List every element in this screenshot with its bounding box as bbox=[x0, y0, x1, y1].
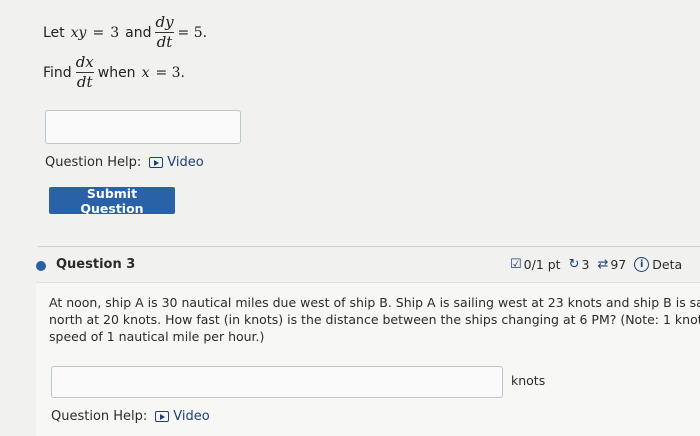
equals-sign: = bbox=[92, 24, 105, 41]
x-variable: x bbox=[141, 64, 150, 81]
video-play-icon bbox=[149, 157, 164, 168]
question-3-text: At noon, ship A is 30 nautical miles due… bbox=[49, 294, 700, 345]
xy-value: 3 bbox=[110, 24, 120, 41]
question-help-label: Question Help: bbox=[51, 409, 148, 424]
fraction-denominator: dt bbox=[76, 73, 93, 91]
lhs-expression: xy bbox=[70, 24, 87, 41]
question-help-q2: Question Help: Video bbox=[45, 155, 204, 170]
fraction-numerator: dx bbox=[75, 53, 94, 71]
answer-input-q3[interactable] bbox=[51, 366, 503, 398]
question-title: Question 3 bbox=[56, 257, 136, 272]
and-label: and bbox=[125, 24, 152, 41]
video-link[interactable]: Video bbox=[155, 409, 210, 424]
retries-value: 3 bbox=[581, 257, 590, 272]
question-text-line: At noon, ship A is 30 nautical miles due… bbox=[49, 295, 700, 310]
score-value: 0/1 pt bbox=[523, 257, 561, 272]
dy-dt-fraction: dy dt bbox=[155, 13, 174, 51]
x-value: = 3. bbox=[155, 64, 186, 81]
find-statement: Find dx dt when x = 3. bbox=[43, 54, 185, 91]
video-link[interactable]: Video bbox=[149, 155, 204, 170]
fraction-numerator: dy bbox=[155, 13, 174, 31]
video-play-icon bbox=[155, 411, 170, 422]
question-3-header: Question 3 ☑ 0/1 pt ↻ 3 ⇄ 97 i Deta bbox=[0, 252, 700, 280]
answer-input-q2[interactable] bbox=[45, 110, 241, 144]
question-help-q3: Question Help: Video bbox=[51, 409, 210, 424]
question-help-label: Question Help: bbox=[45, 155, 142, 170]
question-meta: ☑ 0/1 pt ↻ 3 ⇄ 97 i Deta bbox=[510, 257, 682, 272]
fraction-denominator: dt bbox=[156, 33, 173, 51]
submit-question-button[interactable]: Submit Question bbox=[49, 186, 175, 216]
dy-dt-value: = 5. bbox=[177, 24, 208, 41]
attempts-value: 97 bbox=[610, 257, 627, 272]
info-icon[interactable]: i bbox=[634, 257, 650, 272]
details-link[interactable]: Deta bbox=[652, 257, 682, 272]
score-checkbox-icon: ☑ bbox=[510, 257, 522, 272]
question-text-line: north at 20 knots. How fast (in knots) i… bbox=[49, 312, 700, 327]
dx-dt-fraction: dx dt bbox=[75, 53, 94, 91]
given-equations: Let xy = 3 and dy dt = 5. bbox=[43, 14, 207, 51]
video-label: Video bbox=[173, 409, 210, 424]
section-divider bbox=[38, 246, 700, 247]
unit-label: knots bbox=[511, 373, 546, 388]
video-label: Video bbox=[167, 155, 204, 170]
let-label: Let bbox=[43, 24, 65, 41]
question-text-line: speed of 1 nautical mile per hour.) bbox=[49, 329, 265, 344]
find-label: Find bbox=[43, 64, 72, 81]
retry-icon: ↻ bbox=[568, 257, 580, 272]
question-2-section: Let xy = 3 and dy dt = 5. Find dx dt whe… bbox=[0, 0, 700, 245]
attempts-icon: ⇄ bbox=[597, 257, 609, 272]
question-bullet-icon bbox=[36, 261, 46, 271]
when-label: when bbox=[97, 64, 136, 81]
